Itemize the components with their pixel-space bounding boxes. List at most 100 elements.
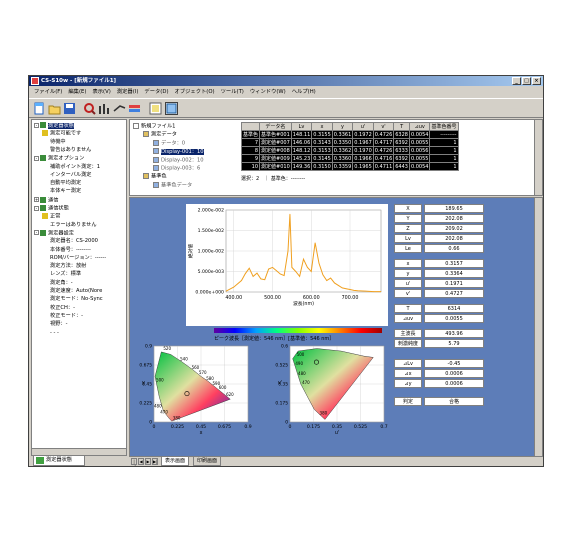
status-tree-item[interactable]: 測定速度：Auto(Nore	[50, 288, 102, 295]
row-number[interactable]: 9	[240, 154, 261, 163]
file-tree-item[interactable]: 新規ファイル1	[133, 123, 175, 130]
file-tree-item[interactable]: Display-003：6	[153, 165, 200, 172]
status-tree-item[interactable]: 補助ポイント測定：1	[50, 164, 100, 171]
grid-header-cell[interactable]: v'	[372, 122, 395, 131]
save-icon[interactable]	[63, 102, 76, 115]
status-tree-item[interactable]: 測定モード：No-Sync	[50, 296, 103, 303]
status-tree-item[interactable]: - 通信状態	[34, 205, 69, 212]
window-icon[interactable]	[149, 102, 162, 115]
menu-item-5[interactable]: オブジェクト(O)	[172, 87, 218, 97]
display-scrollbar[interactable]	[534, 198, 542, 456]
tab-instrument-status[interactable]: 測定器状態	[33, 456, 85, 466]
grid-header-cell[interactable]: u'	[352, 122, 374, 131]
status-tree-item[interactable]: - - -	[50, 330, 59, 337]
file-tree-item[interactable]: データ：0	[153, 139, 185, 147]
status-tree-item[interactable]: 測定方法：放射	[50, 263, 86, 270]
grid-header-cell[interactable]: データ名	[259, 122, 292, 131]
status-tree-item[interactable]: エラーはありません	[50, 222, 97, 229]
grid-scrollbar[interactable]	[534, 120, 542, 195]
measure-icon[interactable]	[98, 102, 111, 115]
first-tab-button[interactable]: |◀	[131, 458, 137, 466]
grid-header-cell[interactable]	[240, 122, 261, 131]
row-number[interactable]: 7	[240, 138, 261, 147]
table-row[interactable]: 9 測定値#009 145.23 0.3145 0.3360 0.1966 0.4716 63…	[240, 154, 459, 163]
status-tree-item[interactable]: 正常	[42, 213, 60, 220]
grid-header-cell[interactable]: y	[331, 122, 354, 131]
row-number[interactable]: 8	[240, 146, 261, 155]
status-tree-item[interactable]: + 通信	[34, 196, 58, 204]
display-tabs: |◀ ◀ ▶ ▶| 表示画面 印刷画面	[129, 457, 543, 466]
table-row[interactable]: 基準色 基準色#001 148.11 0.3155 0.3361 0.1972 0.4726…	[240, 130, 459, 139]
status-tree-item[interactable]: - 測定オプション	[34, 155, 84, 162]
close-button[interactable]: ×	[532, 77, 541, 85]
row-number[interactable]: 10	[240, 162, 261, 171]
file-tree-item[interactable]: Display-001：10	[153, 148, 204, 155]
grid-header-cell[interactable]: 基準色番号	[429, 122, 459, 131]
status-tree-item[interactable]: 校正CH：-	[50, 305, 75, 312]
file-tree-item[interactable]: 測定データ	[143, 131, 177, 138]
menu-item-6[interactable]: ツール(T)	[218, 87, 247, 97]
settings-icon[interactable]	[83, 102, 96, 115]
row-number[interactable]: 基準色	[240, 130, 261, 139]
status-tree-item[interactable]: 測定角：-	[50, 280, 73, 287]
table-row[interactable]: 10 測定値#010 149.36 0.3150 0.3359 0.1965 0.4711 6…	[240, 162, 459, 171]
status-tree-item[interactable]: レンズ：標準	[50, 271, 81, 278]
target-icon[interactable]	[128, 102, 141, 115]
grid-header-cell[interactable]: T	[393, 122, 410, 131]
status-tree-item[interactable]: ROM/バージョン：------	[50, 255, 106, 262]
calibrate-icon[interactable]	[113, 102, 126, 115]
maximize-button[interactable]: □	[522, 77, 531, 85]
file-tree-label: 測定データ	[151, 131, 177, 138]
last-tab-button[interactable]: ▶|	[152, 458, 158, 465]
menu-item-3[interactable]: 測定器(I)	[114, 87, 142, 97]
status-tree-item[interactable]: 測定器名：CS-2000	[50, 238, 98, 245]
table-row[interactable]: 8 測定値#008 148.12 0.3153 0.3362 0.1970 0.4726 63…	[240, 146, 459, 155]
grid-header-cell[interactable]: Lv	[290, 122, 313, 131]
grid-header-cell[interactable]: ⊿uv	[408, 122, 431, 131]
prev-tab-button[interactable]: ◀	[138, 458, 144, 465]
title-bar[interactable]: CS-S10w - [新規ファイル1] _ □ ×	[29, 76, 543, 86]
menu-item-7[interactable]: ウィンドウ(W)	[247, 87, 289, 97]
minimize-button[interactable]: _	[512, 77, 521, 85]
status-tree-item[interactable]: 待機中	[50, 139, 66, 146]
table-row[interactable]: 7 測定値#007 146.06 0.3143 0.3350 0.1967 0.4717 63…	[240, 138, 459, 147]
menu-item-8[interactable]: ヘルプ(H)	[289, 87, 319, 97]
menu-item-4[interactable]: データ(D)	[141, 87, 171, 97]
tab-print-screen[interactable]: 印刷画面	[193, 457, 222, 466]
open-icon[interactable]	[48, 102, 61, 115]
status-tree-item[interactable]: - 測定器設定	[34, 229, 74, 237]
tab-display-screen[interactable]: 表示画面	[161, 457, 190, 466]
status-icon	[40, 229, 46, 236]
menu-item-1[interactable]: 編集(E)	[65, 87, 89, 97]
menu-item-0[interactable]: ファイル(F)	[31, 87, 65, 97]
expand-toggle-icon[interactable]: -	[34, 205, 39, 211]
status-tree-item[interactable]: 本体番号：--------	[50, 247, 91, 254]
status-tree-scrollbar[interactable]	[32, 448, 126, 455]
file-tree-item[interactable]: 基準色	[143, 173, 167, 180]
expand-toggle-icon[interactable]: -	[34, 122, 39, 128]
status-tree-item[interactable]: - 測定器状態	[34, 122, 74, 129]
grid-header-cell[interactable]: x	[311, 122, 333, 131]
file-tree-item[interactable]: Display-002：10	[153, 156, 204, 164]
status-tree-item[interactable]: 測定可能です	[42, 130, 81, 137]
next-tab-button[interactable]: ▶	[145, 458, 151, 465]
expand-toggle-icon[interactable]: -	[34, 230, 39, 236]
status-tree-item[interactable]: 視野：-	[50, 321, 67, 328]
status-tree-item[interactable]: 本体キー測定	[50, 188, 81, 195]
status-tree-item[interactable]: 自動平均測定	[50, 180, 81, 187]
y-tick-label: 0.225	[139, 401, 152, 407]
expand-toggle-icon[interactable]: +	[34, 197, 39, 203]
value-row: v' 0.4727	[394, 289, 484, 298]
new-icon[interactable]	[33, 102, 46, 115]
expand-toggle-icon[interactable]: -	[34, 155, 39, 161]
status-tree-item[interactable]: 警告はありません	[50, 147, 91, 154]
menu-item-2[interactable]: 表示(V)	[89, 87, 113, 97]
wavelength-label: 500	[156, 377, 164, 382]
data-grid[interactable]: データ名 Lv x y u' v' T ⊿uv 基準色番号 基準色 基準色#001 148.11 0.3…	[240, 122, 532, 171]
status-tree-item[interactable]: インターバル測定	[50, 172, 91, 179]
file-tree-item[interactable]: 基準色データ	[153, 181, 192, 189]
spectrum-chart: 0.000e+000 5.000e-003 1.000e-002 1.500e-002…	[186, 204, 388, 326]
status-tree-item[interactable]: 校正モード：-	[50, 313, 83, 320]
layout-icon[interactable]	[165, 102, 178, 115]
spectrum-point	[365, 290, 366, 292]
